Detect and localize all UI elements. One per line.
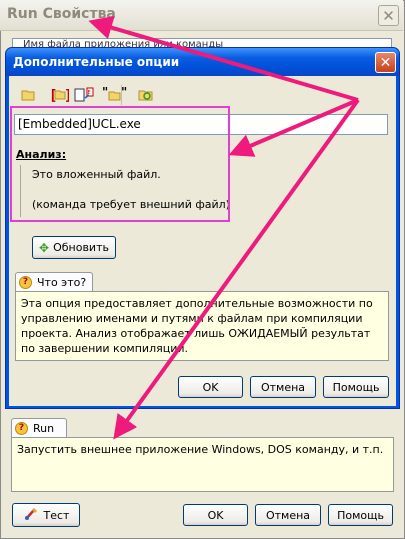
outer-cancel-button[interactable]: Отмена (255, 504, 321, 526)
tab-what-is-this[interactable]: ? Что это? (15, 272, 93, 291)
inner-dialog-title: Дополнительные опции (13, 55, 180, 69)
inner-help-text: Эта опция предоставляет дополнительные в… (21, 297, 373, 355)
outer-help-button[interactable]: Помощь (328, 504, 393, 526)
inner-close-button[interactable]: ✕ (375, 52, 396, 73)
outer-help-panel: Запустить внешнее приложение Windows, DO… (11, 437, 394, 492)
question-icon: ? (15, 421, 28, 435)
tab-label: Что это? (37, 275, 87, 289)
refresh-button-label: Обновить (53, 241, 109, 254)
svg-text:": " (121, 87, 127, 99)
outer-window-title: Run Свойства (7, 6, 116, 22)
test-button[interactable]: Тест (12, 503, 80, 527)
ok-label: OK (207, 508, 224, 522)
outer-close-button[interactable]: ✕ (378, 5, 399, 26)
tab-label: Run (33, 421, 55, 435)
refresh-folder-icon[interactable] (137, 86, 155, 104)
test-icon (23, 506, 39, 525)
svg-text:": " (102, 87, 108, 99)
folder-icon[interactable] (19, 86, 37, 104)
bracket-insert-icon[interactable]: [] (48, 86, 70, 104)
inner-ok-button[interactable]: OK (178, 376, 243, 398)
quote-folder-icon[interactable]: " " (101, 86, 129, 104)
refresh-button[interactable]: ✥ Обновить (32, 236, 116, 259)
svg-text:]: ] (64, 88, 69, 103)
inner-cancel-button[interactable]: Отмена (250, 376, 316, 398)
tab-run[interactable]: ? Run (11, 418, 67, 437)
close-icon: ✕ (379, 54, 392, 71)
inner-help-button[interactable]: Помощь (323, 376, 389, 398)
help-label: Помощь (332, 380, 380, 394)
embedded-file-icon[interactable]: E (72, 86, 98, 104)
help-label: Помощь (337, 508, 384, 522)
question-icon: ? (19, 275, 32, 289)
cancel-label: Отмена (260, 380, 306, 394)
test-label: Тест (43, 508, 70, 522)
close-icon: ✕ (382, 6, 395, 25)
ok-label: OK (202, 380, 219, 394)
highlight-box (10, 106, 230, 222)
inner-help-panel: Эта опция предоставляет дополнительные в… (15, 291, 389, 361)
outer-ok-button[interactable]: OK (183, 504, 248, 526)
cancel-label: Отмена (265, 508, 311, 522)
outer-help-text: Запустить внешнее приложение Windows, DO… (17, 443, 384, 456)
refresh-icon: ✥ (39, 240, 50, 255)
